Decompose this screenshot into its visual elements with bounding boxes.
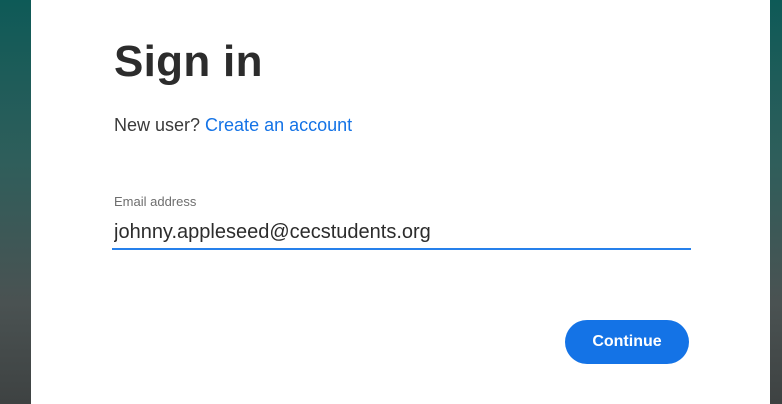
continue-button[interactable]: Continue bbox=[565, 320, 689, 364]
sign-in-card: Sign in New user? Create an account Emai… bbox=[31, 0, 770, 404]
page-title: Sign in bbox=[114, 37, 263, 86]
create-account-link[interactable]: Create an account bbox=[205, 115, 352, 135]
email-label: Email address bbox=[114, 194, 197, 209]
email-field[interactable] bbox=[112, 216, 691, 250]
new-user-prompt-row: New user? Create an account bbox=[114, 114, 352, 136]
new-user-text: New user? bbox=[114, 115, 206, 135]
background-left-panel bbox=[0, 0, 31, 404]
background-right-panel bbox=[770, 0, 782, 404]
sign-in-screen: Sign in New user? Create an account Emai… bbox=[0, 0, 782, 404]
